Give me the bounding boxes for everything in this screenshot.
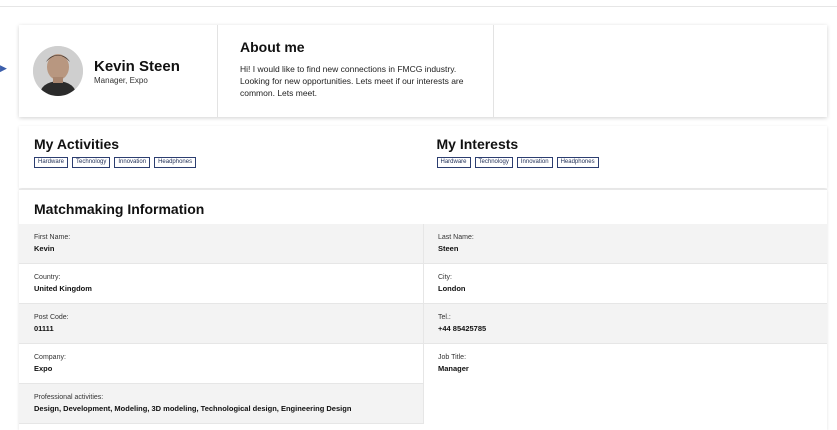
field-label: City: [438, 274, 452, 281]
activity-tag[interactable]: Technology [72, 157, 111, 168]
interest-tag[interactable]: Hardware [436, 157, 471, 168]
field-label: Company: [34, 354, 66, 361]
activity-tag[interactable]: Hardware [34, 157, 69, 168]
profile-empty-panel [494, 25, 827, 117]
field-city: City: London [423, 264, 827, 304]
interest-tag[interactable]: Innovation [516, 157, 553, 168]
field-last-name: Last Name: Steen [423, 224, 827, 264]
field-label: Tel.: [438, 314, 451, 321]
field-label: Country: [34, 274, 61, 281]
interest-tag[interactable]: Technology [474, 157, 513, 168]
field-value: London [438, 284, 466, 293]
field-value: Expo [34, 364, 53, 373]
table-row: First Name: Kevin Last Name: Steen [19, 224, 827, 264]
table-row: Post Code: 01111 Tel.: +44 85425785 [19, 304, 827, 344]
my-activities: My Activities Hardware Technology Innova… [19, 126, 425, 188]
field-tel: Tel.: +44 85425785 [423, 304, 827, 344]
field-professional-activities: Professional activities: Design, Develop… [19, 384, 423, 424]
table-row: Country: United Kingdom City: London [19, 264, 827, 304]
top-divider [0, 6, 837, 7]
field-value: +44 85425785 [438, 324, 487, 333]
field-country: Country: United Kingdom [19, 264, 423, 304]
field-company: Company: Expo [19, 344, 423, 384]
user-name: Kevin Steen [94, 57, 180, 75]
profile-user: Kevin Steen Manager, Expo [19, 25, 218, 117]
my-interests: My Interests Hardware Technology Innovat… [425, 126, 828, 188]
field-value: United Kingdom [34, 284, 92, 293]
interest-tag[interactable]: Headphones [556, 157, 599, 168]
field-value: Design, Development, Modeling, 3D modeli… [34, 404, 352, 413]
about-title: About me [240, 39, 305, 55]
activities-interests-section: My Activities Hardware Technology Innova… [19, 126, 827, 188]
activities-title: My Activities [34, 136, 120, 152]
arrow-right-icon[interactable]: ▶ [0, 64, 7, 73]
activity-tag[interactable]: Innovation [114, 157, 151, 168]
about-me: About me Hi! I would like to find new co… [218, 25, 494, 117]
field-value: Manager [438, 364, 469, 373]
profile-card: Kevin Steen Manager, Expo About me Hi! I… [19, 25, 827, 117]
field-post-code: Post Code: 01111 [19, 304, 423, 344]
field-label: Professional activities: [34, 394, 104, 401]
matchmaking-grid: First Name: Kevin Last Name: Steen Count… [19, 224, 827, 424]
field-label: Post Code: [34, 314, 69, 321]
interests-title: My Interests [436, 136, 519, 152]
activities-tags: Hardware Technology Innovation Headphone… [34, 157, 425, 168]
field-label: Job Title: [438, 354, 467, 361]
field-job-title: Job Title: Manager [423, 344, 827, 384]
avatar-image [33, 46, 83, 96]
field-first-name: First Name: Kevin [19, 224, 423, 264]
matchmaking-section: Matchmaking Information First Name: Kevi… [19, 189, 827, 430]
matchmaking-title: Matchmaking Information [19, 190, 827, 225]
user-role: Manager, Expo [94, 75, 148, 85]
avatar [33, 46, 83, 96]
table-row: Professional activities: Design, Develop… [19, 384, 827, 424]
interests-tags: Hardware Technology Innovation Headphone… [436, 157, 828, 168]
field-value: 01111 [34, 324, 54, 333]
table-row: Company: Expo Job Title: Manager [19, 344, 827, 384]
about-text: Hi! I would like to find new connections… [240, 64, 464, 98]
field-value: Kevin [34, 244, 55, 253]
activity-tag[interactable]: Headphones [154, 157, 197, 168]
field-label: Last Name: [438, 234, 474, 241]
field-label: First Name: [34, 234, 71, 241]
field-value: Steen [438, 244, 459, 253]
empty-cell [423, 384, 827, 424]
